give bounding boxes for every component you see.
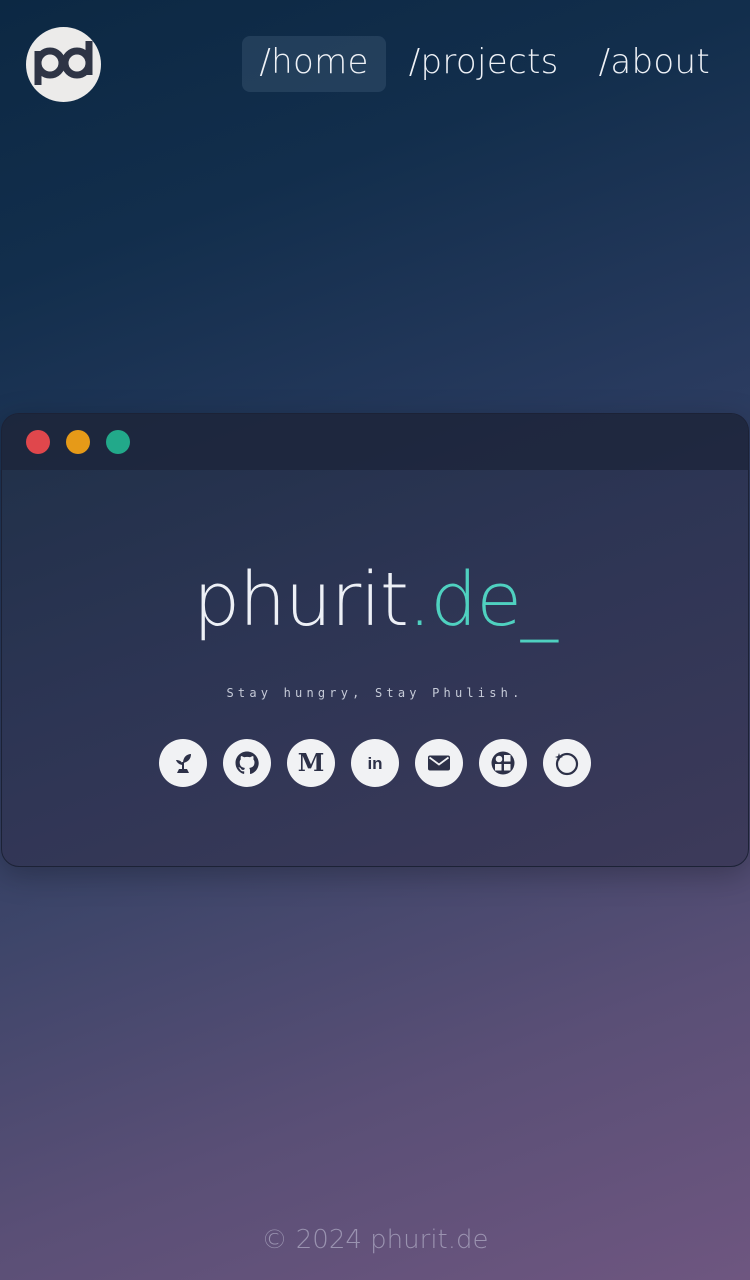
nav-home-link[interactable]: /home [242,36,386,92]
medium-icon: M [297,748,325,777]
medium-link[interactable]: M [287,739,335,787]
window-minimize-dot [66,430,90,454]
github-link[interactable] [223,739,271,787]
social-links: M in [2,739,748,787]
nav-projects-link[interactable]: /projects [392,36,576,92]
brand-cursor: _ [520,557,558,643]
brand-heading: phurit.de_ [2,552,748,648]
nav-about-link[interactable]: /about [582,36,720,92]
sprout-link[interactable] [159,739,207,787]
mail-icon [428,755,450,771]
linkedin-link[interactable]: in [351,739,399,787]
terminal-window: phurit.de_ Stay hungry, Stay Phulish. M … [1,413,749,867]
sprout-icon [176,754,191,773]
brand-name: phurit [193,557,409,643]
orbit-link[interactable] [543,739,591,787]
dashboard-link[interactable] [479,739,527,787]
tagline: Stay hungry, Stay Phulish. [226,686,524,700]
main-nav: /home /projects /about [242,36,720,92]
linkedin-icon: in [367,753,383,773]
window-maximize-dot [106,430,130,454]
footer-copyright: © 2024 phurit.de [261,1225,489,1255]
site-logo[interactable] [26,27,101,102]
window-titlebar [2,414,748,470]
mail-link[interactable] [415,739,463,787]
brand-tld: .de [407,557,522,643]
dashboard-icon [491,751,515,775]
orbit-icon [555,752,579,776]
github-icon [235,751,259,775]
pd-logo-icon [34,41,93,85]
window-close-dot [26,430,50,454]
